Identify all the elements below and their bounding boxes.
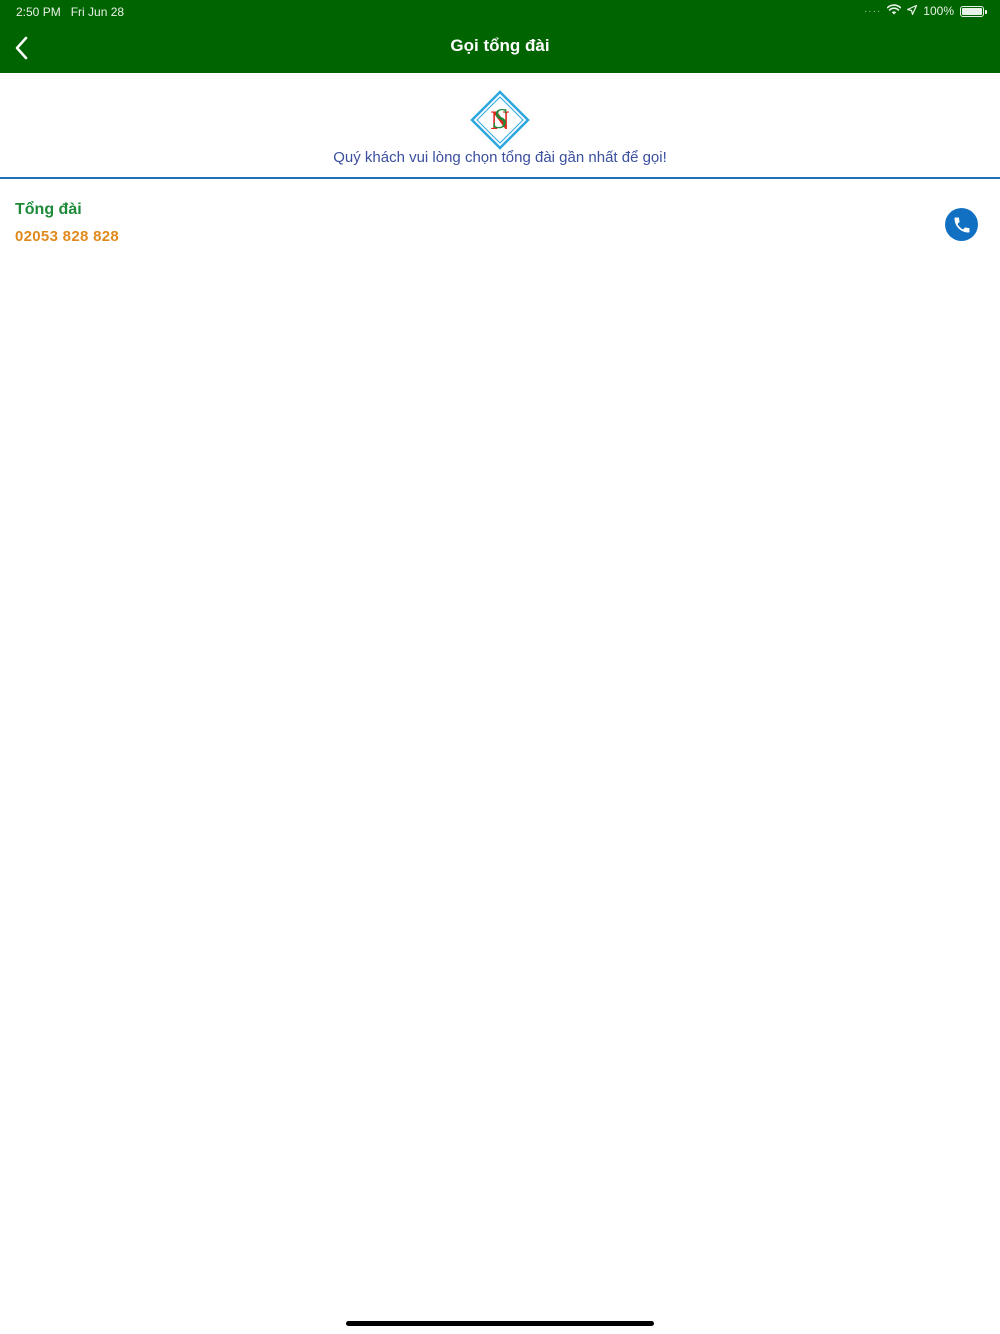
contact-name: Tổng đài: [15, 201, 82, 218]
contact-number: 02053 828 828: [15, 228, 119, 245]
instruction-text: Quý khách vui lòng chọn tổng đài gần nhấ…: [333, 149, 667, 166]
battery-percent: 100%: [923, 4, 954, 18]
status-right: ···· 100%: [863, 4, 987, 18]
wifi-icon: [887, 4, 902, 18]
signal-dots-icon: ····: [863, 5, 882, 17]
header: N S Quý khách vui lòng chọn tổng đài gần…: [0, 73, 1000, 179]
logo: N S: [470, 90, 530, 150]
battery-icon: [960, 5, 987, 17]
phone-icon: [954, 217, 969, 232]
screen: 2:50 PM Fri Jun 28 ···· 100% Gọi tổng đà…: [0, 0, 1000, 1334]
navigation-bar: Gọi tổng đài: [0, 24, 1000, 73]
status-bar: 2:50 PM Fri Jun 28 ···· 100%: [0, 0, 1000, 24]
status-time: 2:50 PM: [16, 5, 61, 19]
call-button[interactable]: [945, 208, 978, 241]
contact-row[interactable]: Tổng đài 02053 828 828: [0, 179, 1000, 269]
status-left: 2:50 PM Fri Jun 28: [16, 5, 124, 19]
home-indicator[interactable]: [346, 1321, 654, 1326]
svg-text:S: S: [493, 104, 507, 135]
page-title: Gọi tổng đài: [450, 36, 550, 55]
status-date: Fri Jun 28: [70, 5, 125, 19]
top-bar: 2:50 PM Fri Jun 28 ···· 100% Gọi tổng đà…: [0, 0, 1000, 73]
location-arrow-icon: [907, 4, 918, 18]
